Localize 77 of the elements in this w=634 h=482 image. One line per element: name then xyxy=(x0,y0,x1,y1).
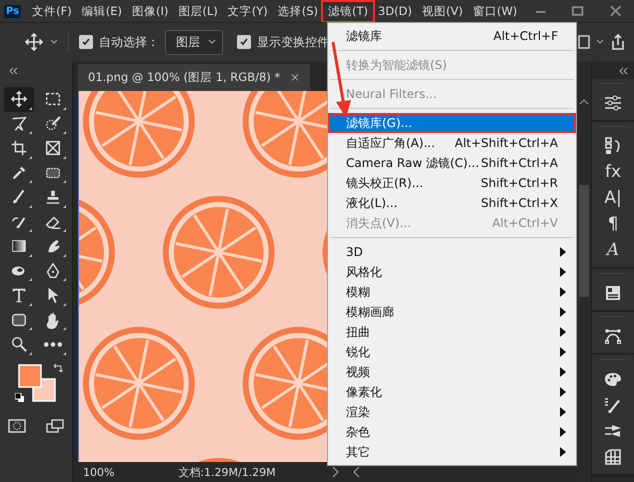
menu-item[interactable]: 滤镜(T) xyxy=(323,2,373,20)
zoom-level: 100% xyxy=(83,466,116,478)
menu-item[interactable]: 风格化 xyxy=(328,262,576,282)
document-size: 文档:1.29M/1.29M xyxy=(177,464,277,480)
eyedropper-icon xyxy=(10,164,28,182)
stamp-icon xyxy=(44,188,62,206)
panel-button[interactable]: ¶ xyxy=(598,211,628,237)
menu-item[interactable]: 3D(D) xyxy=(373,2,418,20)
menu-item[interactable]: 滤镜库(G)... xyxy=(328,113,576,133)
panel-button[interactable]: A xyxy=(598,237,628,263)
check-icon xyxy=(239,37,249,47)
menu-item[interactable]: 模糊画廊 xyxy=(328,302,576,322)
menu-item[interactable]: 编辑(E) xyxy=(76,2,127,20)
menu-item[interactable]: 窗口(W) xyxy=(468,2,522,20)
menu-item[interactable]: 液化(L)... Shift+Ctrl+X xyxy=(328,193,576,213)
brush-list-icon xyxy=(603,395,623,415)
menu-item[interactable]: 渲染 xyxy=(328,402,576,422)
menu-item[interactable]: 自适应广角(A)... Alt+Shift+Ctrl+A xyxy=(328,133,576,153)
menu-item[interactable]: 像素化 xyxy=(328,382,576,402)
menu-item[interactable]: Camera Raw 滤镜(C)...Shift+Ctrl+A xyxy=(328,153,576,173)
menu-item[interactable]: 文字(Y) xyxy=(222,2,273,20)
chevron-left-icon[interactable] xyxy=(353,466,361,478)
menu-item[interactable]: 扭曲 xyxy=(328,322,576,342)
collapse-icon[interactable] xyxy=(8,67,18,75)
menu-item[interactable]: 杂色 xyxy=(328,422,576,442)
screen-mode-icon[interactable] xyxy=(46,418,64,432)
square-icon[interactable] xyxy=(578,35,590,49)
menu-item[interactable]: 锐化 xyxy=(328,342,576,362)
close-icon[interactable] xyxy=(608,4,622,18)
checkbox[interactable] xyxy=(237,35,251,49)
checkbox[interactable] xyxy=(79,35,93,49)
document-tab[interactable]: 01.png @ 100% (图层 1, RGB/8) * × xyxy=(78,64,310,91)
panel-button[interactable]: fx xyxy=(598,159,628,185)
close-tab-button[interactable]: × xyxy=(290,70,300,85)
default-colors-icon[interactable] xyxy=(15,392,24,402)
more-icon xyxy=(44,342,62,347)
crossed-frame-icon xyxy=(44,139,62,158)
lasso-icon xyxy=(10,114,28,133)
quick-mask-icon[interactable] xyxy=(8,418,26,432)
menu-item[interactable]: 视频 xyxy=(328,362,576,382)
app-logo: Ps xyxy=(4,4,22,18)
menu-item[interactable]: 选择(S) xyxy=(272,2,323,20)
zoom-icon xyxy=(10,335,28,354)
menu-item[interactable]: 图层(L) xyxy=(173,2,223,20)
collapse-icon[interactable] xyxy=(618,67,628,75)
menu-item[interactable]: 文件(F) xyxy=(27,2,77,20)
scroll-up-icon[interactable] xyxy=(579,99,589,105)
menu-item[interactable]: 镜头校正(R)... Shift+Ctrl+R xyxy=(328,173,576,193)
pen-icon xyxy=(44,262,62,280)
check-icon xyxy=(81,37,91,47)
menu-item[interactable]: 滤镜库 Alt+Ctrl+F xyxy=(328,26,576,46)
checkbox-label: 自动选择： xyxy=(99,34,159,50)
menu-item[interactable]: 视图(V) xyxy=(417,2,468,20)
sliders-icon xyxy=(603,93,623,113)
caret-icon[interactable] xyxy=(50,39,58,45)
layer-dropdown[interactable]: 图层 xyxy=(165,30,223,54)
maximize-icon[interactable] xyxy=(571,4,585,18)
move-icon[interactable] xyxy=(24,32,44,52)
chevron-right-icon[interactable] xyxy=(331,466,339,478)
grid-icon xyxy=(603,447,623,467)
properties-icon xyxy=(603,283,623,303)
color-swatches-drawing[interactable] xyxy=(17,362,57,402)
brush-selection-icon xyxy=(44,114,62,133)
caret-icon xyxy=(208,39,216,45)
panel-button[interactable]: A| xyxy=(598,185,628,211)
menu-item[interactable]: 模糊 xyxy=(328,282,576,302)
caret-icon[interactable] xyxy=(596,39,604,45)
menu-item[interactable]: 其它 xyxy=(328,442,576,462)
crop-icon xyxy=(10,139,28,158)
scroll-thumb[interactable] xyxy=(579,185,589,297)
move-icon xyxy=(10,90,28,108)
menu-item[interactable]: 图像(I) xyxy=(126,2,174,20)
share-icon[interactable] xyxy=(610,34,626,50)
menu-item[interactable]: 3D xyxy=(328,242,576,262)
swap-arrows-icon[interactable] xyxy=(53,362,63,372)
type-icon xyxy=(10,286,28,304)
tool-button[interactable] xyxy=(4,87,34,112)
